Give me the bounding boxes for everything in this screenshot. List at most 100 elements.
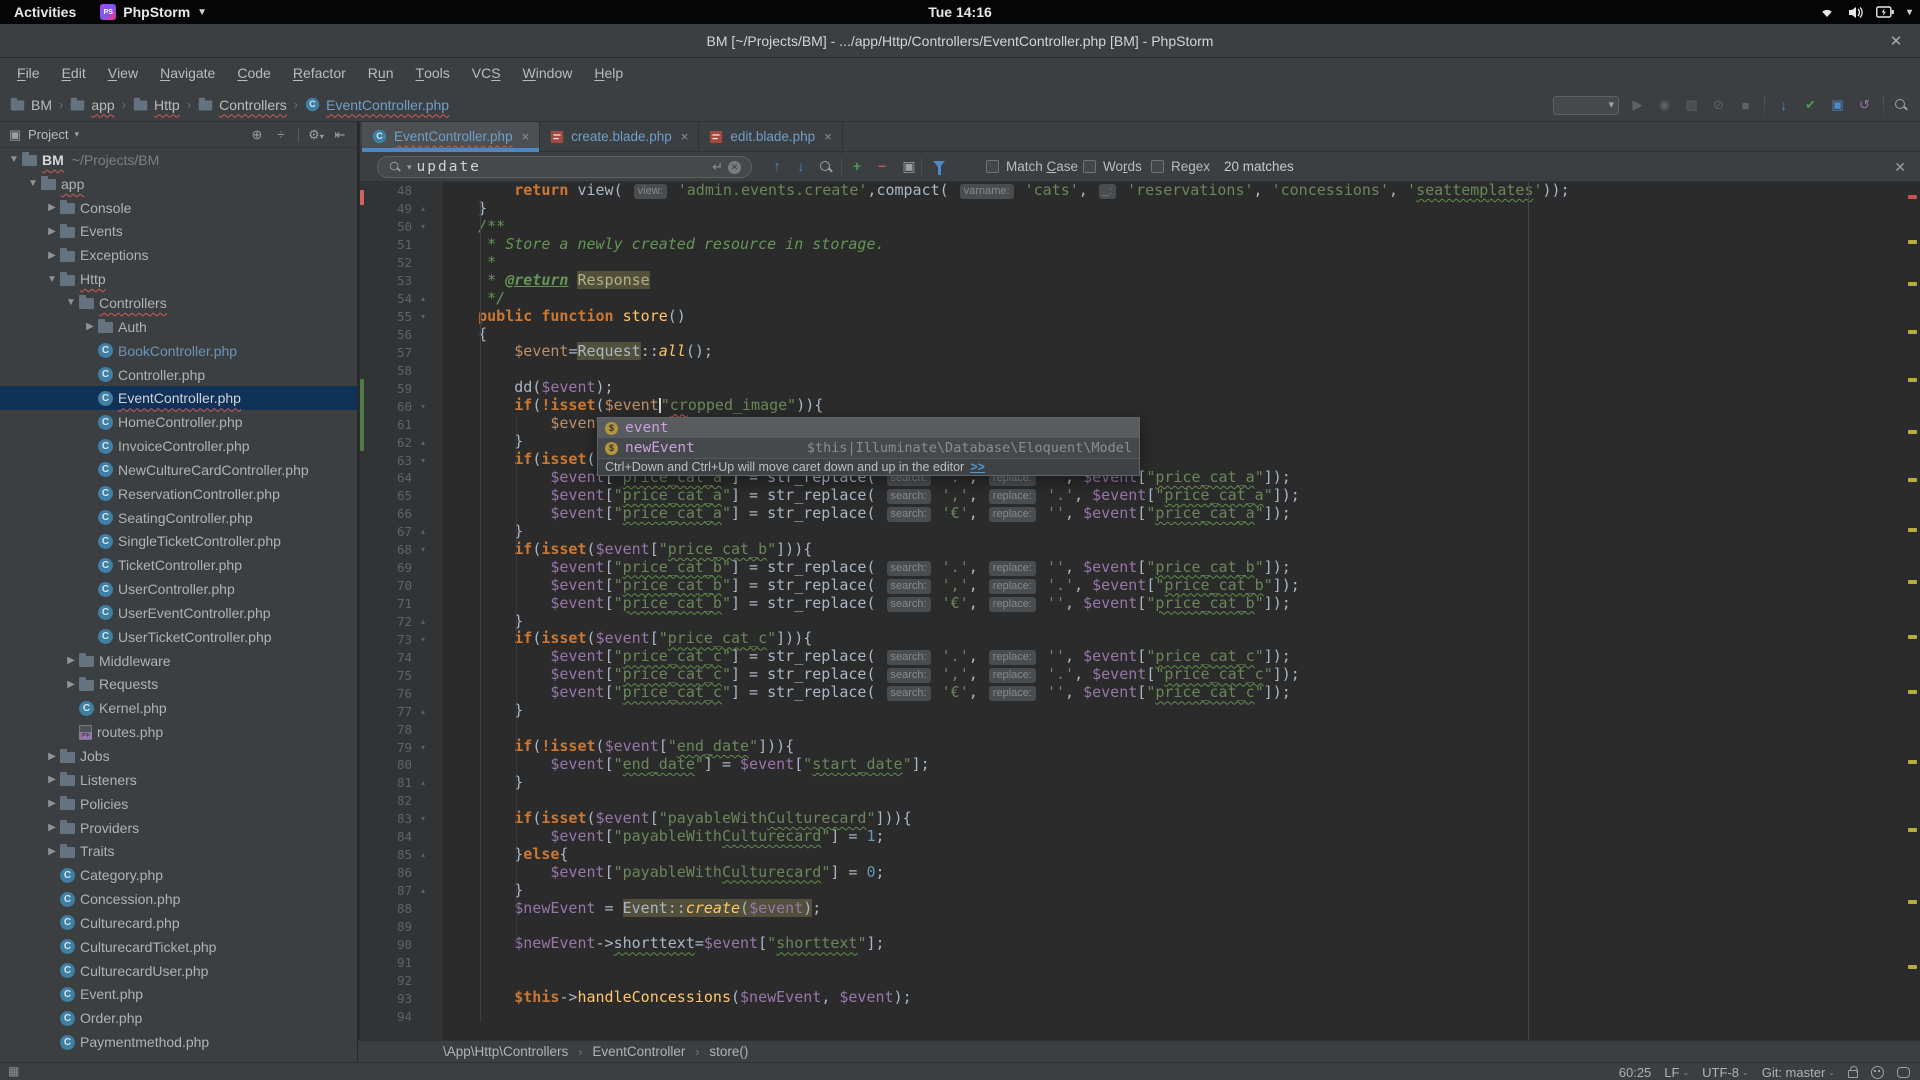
gutter-line-87[interactable]: 87▴ bbox=[360, 882, 441, 900]
tree-item-console[interactable]: ▶Console bbox=[0, 196, 357, 220]
words-checkbox[interactable] bbox=[1083, 160, 1096, 173]
tree-item-event-php[interactable]: CEvent.php bbox=[0, 983, 357, 1007]
code-line-86[interactable]: $event["payableWithCulturecard"] = 0; bbox=[442, 864, 1906, 882]
code-line-68[interactable]: if(isset($event["price_cat_b"])){ bbox=[442, 541, 1906, 559]
search-everywhere-icon[interactable] bbox=[1894, 98, 1908, 112]
tree-toggle-icon[interactable]: ▶ bbox=[44, 250, 60, 261]
code-line-78[interactable] bbox=[442, 720, 1906, 738]
gutter-line-94[interactable]: 94 bbox=[360, 1007, 441, 1025]
tree-item-ticketcontroller-php[interactable]: CTicketController.php bbox=[0, 553, 357, 577]
add-selection-icon[interactable]: + bbox=[848, 158, 866, 174]
tree-toggle-icon[interactable]: ▼ bbox=[44, 274, 60, 285]
bottom-breadcrumb-item[interactable]: EventController bbox=[592, 1044, 685, 1059]
gutter-line-61[interactable]: 61 bbox=[360, 415, 441, 433]
tree-item-concession-php[interactable]: CConcession.php bbox=[0, 887, 357, 911]
gutter-line-88[interactable]: 88 bbox=[360, 900, 441, 918]
code-line-49[interactable]: } bbox=[442, 200, 1906, 218]
tree-item-category-php[interactable]: CCategory.php bbox=[0, 863, 357, 887]
gutter-line-63[interactable]: 63▾ bbox=[360, 451, 441, 469]
stripe-mark[interactable] bbox=[1908, 900, 1917, 904]
menu-navigate[interactable]: Navigate bbox=[149, 58, 226, 88]
regex-checkbox[interactable] bbox=[1151, 160, 1164, 173]
code-line-51[interactable]: * Store a newly created resource in stor… bbox=[442, 236, 1906, 254]
debug-button[interactable]: ◉ bbox=[1656, 97, 1673, 113]
menu-code[interactable]: Code bbox=[226, 58, 281, 88]
newline-icon[interactable]: ↵ bbox=[712, 159, 723, 175]
tree-item-auth[interactable]: ▶Auth bbox=[0, 315, 357, 339]
tree-item-singleticketcontroller-php[interactable]: CSingleTicketController.php bbox=[0, 530, 357, 554]
tree-item-http[interactable]: ▼Http bbox=[0, 267, 357, 291]
code-line-57[interactable]: $event=Request::all(); bbox=[442, 343, 1906, 361]
gutter-line-65[interactable]: 65 bbox=[360, 487, 441, 505]
gutter-line-71[interactable]: 71 bbox=[360, 595, 441, 613]
gutter-line-86[interactable]: 86 bbox=[360, 864, 441, 882]
tree-toggle-icon[interactable]: ▶ bbox=[82, 321, 98, 332]
tree-item-routes-php[interactable]: routes.php bbox=[0, 720, 357, 744]
tree-item-requests[interactable]: ▶Requests bbox=[0, 673, 357, 697]
gutter-line-75[interactable]: 75 bbox=[360, 666, 441, 684]
code-line-74[interactable]: $event["price_cat_c"] = str_replace( sea… bbox=[442, 648, 1906, 666]
code-line-65[interactable]: $event["price_cat_a"] = str_replace( sea… bbox=[442, 487, 1906, 505]
menu-help[interactable]: Help bbox=[583, 58, 634, 88]
gutter-line-90[interactable]: 90 bbox=[360, 935, 441, 953]
push-button[interactable]: ▣ bbox=[1829, 97, 1846, 113]
tree-item-culturecarduser-php[interactable]: CCulturecardUser.php bbox=[0, 959, 357, 983]
status-line-ending[interactable]: LF⌄ bbox=[1664, 1065, 1689, 1080]
gutter-line-64[interactable]: 64 bbox=[360, 469, 441, 487]
gutter-line-57[interactable]: 57 bbox=[360, 343, 441, 361]
collapse-all-icon[interactable]: ÷ bbox=[272, 127, 290, 142]
tree-item-reservationcontroller-php[interactable]: CReservationController.php bbox=[0, 482, 357, 506]
select-all-occurrences-icon[interactable]: ▣ bbox=[900, 158, 918, 175]
close-tab-icon[interactable]: × bbox=[522, 129, 530, 144]
tree-item-traits[interactable]: ▶Traits bbox=[0, 839, 357, 863]
code-line-48[interactable]: return view( view: 'admin.events.create'… bbox=[442, 182, 1906, 200]
gnome-app-menu[interactable]: PS PhpStorm ▼ bbox=[90, 0, 217, 24]
code-line-81[interactable]: } bbox=[442, 774, 1906, 792]
stripe-mark[interactable] bbox=[1908, 828, 1917, 832]
stripe-mark[interactable] bbox=[1908, 580, 1917, 584]
lock-icon[interactable] bbox=[1848, 1070, 1858, 1078]
status-git-branch[interactable]: Git: master⌄ bbox=[1762, 1065, 1835, 1080]
gutter-line-58[interactable]: 58 bbox=[360, 361, 441, 379]
stripe-mark[interactable] bbox=[1908, 478, 1917, 482]
menu-window[interactable]: Window bbox=[512, 58, 584, 88]
menu-tools[interactable]: Tools bbox=[405, 58, 461, 88]
tree-item-invoicecontroller-php[interactable]: CInvoiceController.php bbox=[0, 434, 357, 458]
tree-toggle-icon[interactable]: ▶ bbox=[44, 798, 60, 809]
code-line-70[interactable]: $event["price_cat_b"] = str_replace( sea… bbox=[442, 577, 1906, 595]
gutter-line-83[interactable]: 83▾ bbox=[360, 810, 441, 828]
gutter-line-84[interactable]: 84 bbox=[360, 828, 441, 846]
code-line-52[interactable]: * bbox=[442, 254, 1906, 272]
tree-item-bookcontroller-php[interactable]: CBookController.php bbox=[0, 339, 357, 363]
tree-item-usercontroller-php[interactable]: CUserController.php bbox=[0, 577, 357, 601]
gutter-line-68[interactable]: 68▾ bbox=[360, 541, 441, 559]
stripe-mark[interactable] bbox=[1908, 282, 1917, 286]
gutter-line-48[interactable]: 48 bbox=[360, 182, 441, 200]
completion-item-newevent[interactable]: $newEvent$this|Illuminate\Database\Eloqu… bbox=[598, 438, 1139, 458]
code-line-80[interactable]: $event["end_date"] = $event["start_date"… bbox=[442, 756, 1906, 774]
code-line-90[interactable]: $newEvent->shorttext=$event["shorttext"]… bbox=[442, 935, 1906, 953]
code-line-89[interactable] bbox=[442, 917, 1906, 935]
menu-vcs[interactable]: VCS bbox=[461, 58, 512, 88]
profiler-button[interactable]: ⊘ bbox=[1710, 97, 1727, 113]
code-line-55[interactable]: public function store() bbox=[442, 308, 1906, 326]
regex-label[interactable]: Regex bbox=[1171, 159, 1210, 174]
tree-item-kernel-php[interactable]: CKernel.php bbox=[0, 696, 357, 720]
tree-item-paymentmethod-php[interactable]: CPaymentmethod.php bbox=[0, 1030, 357, 1054]
gutter-line-85[interactable]: 85▴ bbox=[360, 846, 441, 864]
breadcrumb-item-bm[interactable]: BM bbox=[10, 97, 52, 113]
code-line-85[interactable]: }else{ bbox=[442, 846, 1906, 864]
stripe-mark[interactable] bbox=[1908, 528, 1917, 532]
tree-toggle-icon[interactable]: ▶ bbox=[44, 226, 60, 237]
breadcrumb-item-app[interactable]: app bbox=[70, 97, 114, 113]
tree-toggle-icon[interactable]: ▶ bbox=[44, 774, 60, 785]
close-tab-icon[interactable]: × bbox=[824, 129, 832, 144]
code-line-73[interactable]: if(isset($event["price_cat_c"])){ bbox=[442, 630, 1906, 648]
gutter-line-51[interactable]: 51 bbox=[360, 236, 441, 254]
code-line-66[interactable]: $event["price_cat_a"] = str_replace( sea… bbox=[442, 505, 1906, 523]
gutter-line-67[interactable]: 67▴ bbox=[360, 523, 441, 541]
code-line-54[interactable]: */ bbox=[442, 290, 1906, 308]
code-line-82[interactable] bbox=[442, 792, 1906, 810]
tree-item-culturecardticket-php[interactable]: CCulturecardTicket.php bbox=[0, 935, 357, 959]
tree-item-providers[interactable]: ▶Providers bbox=[0, 816, 357, 840]
